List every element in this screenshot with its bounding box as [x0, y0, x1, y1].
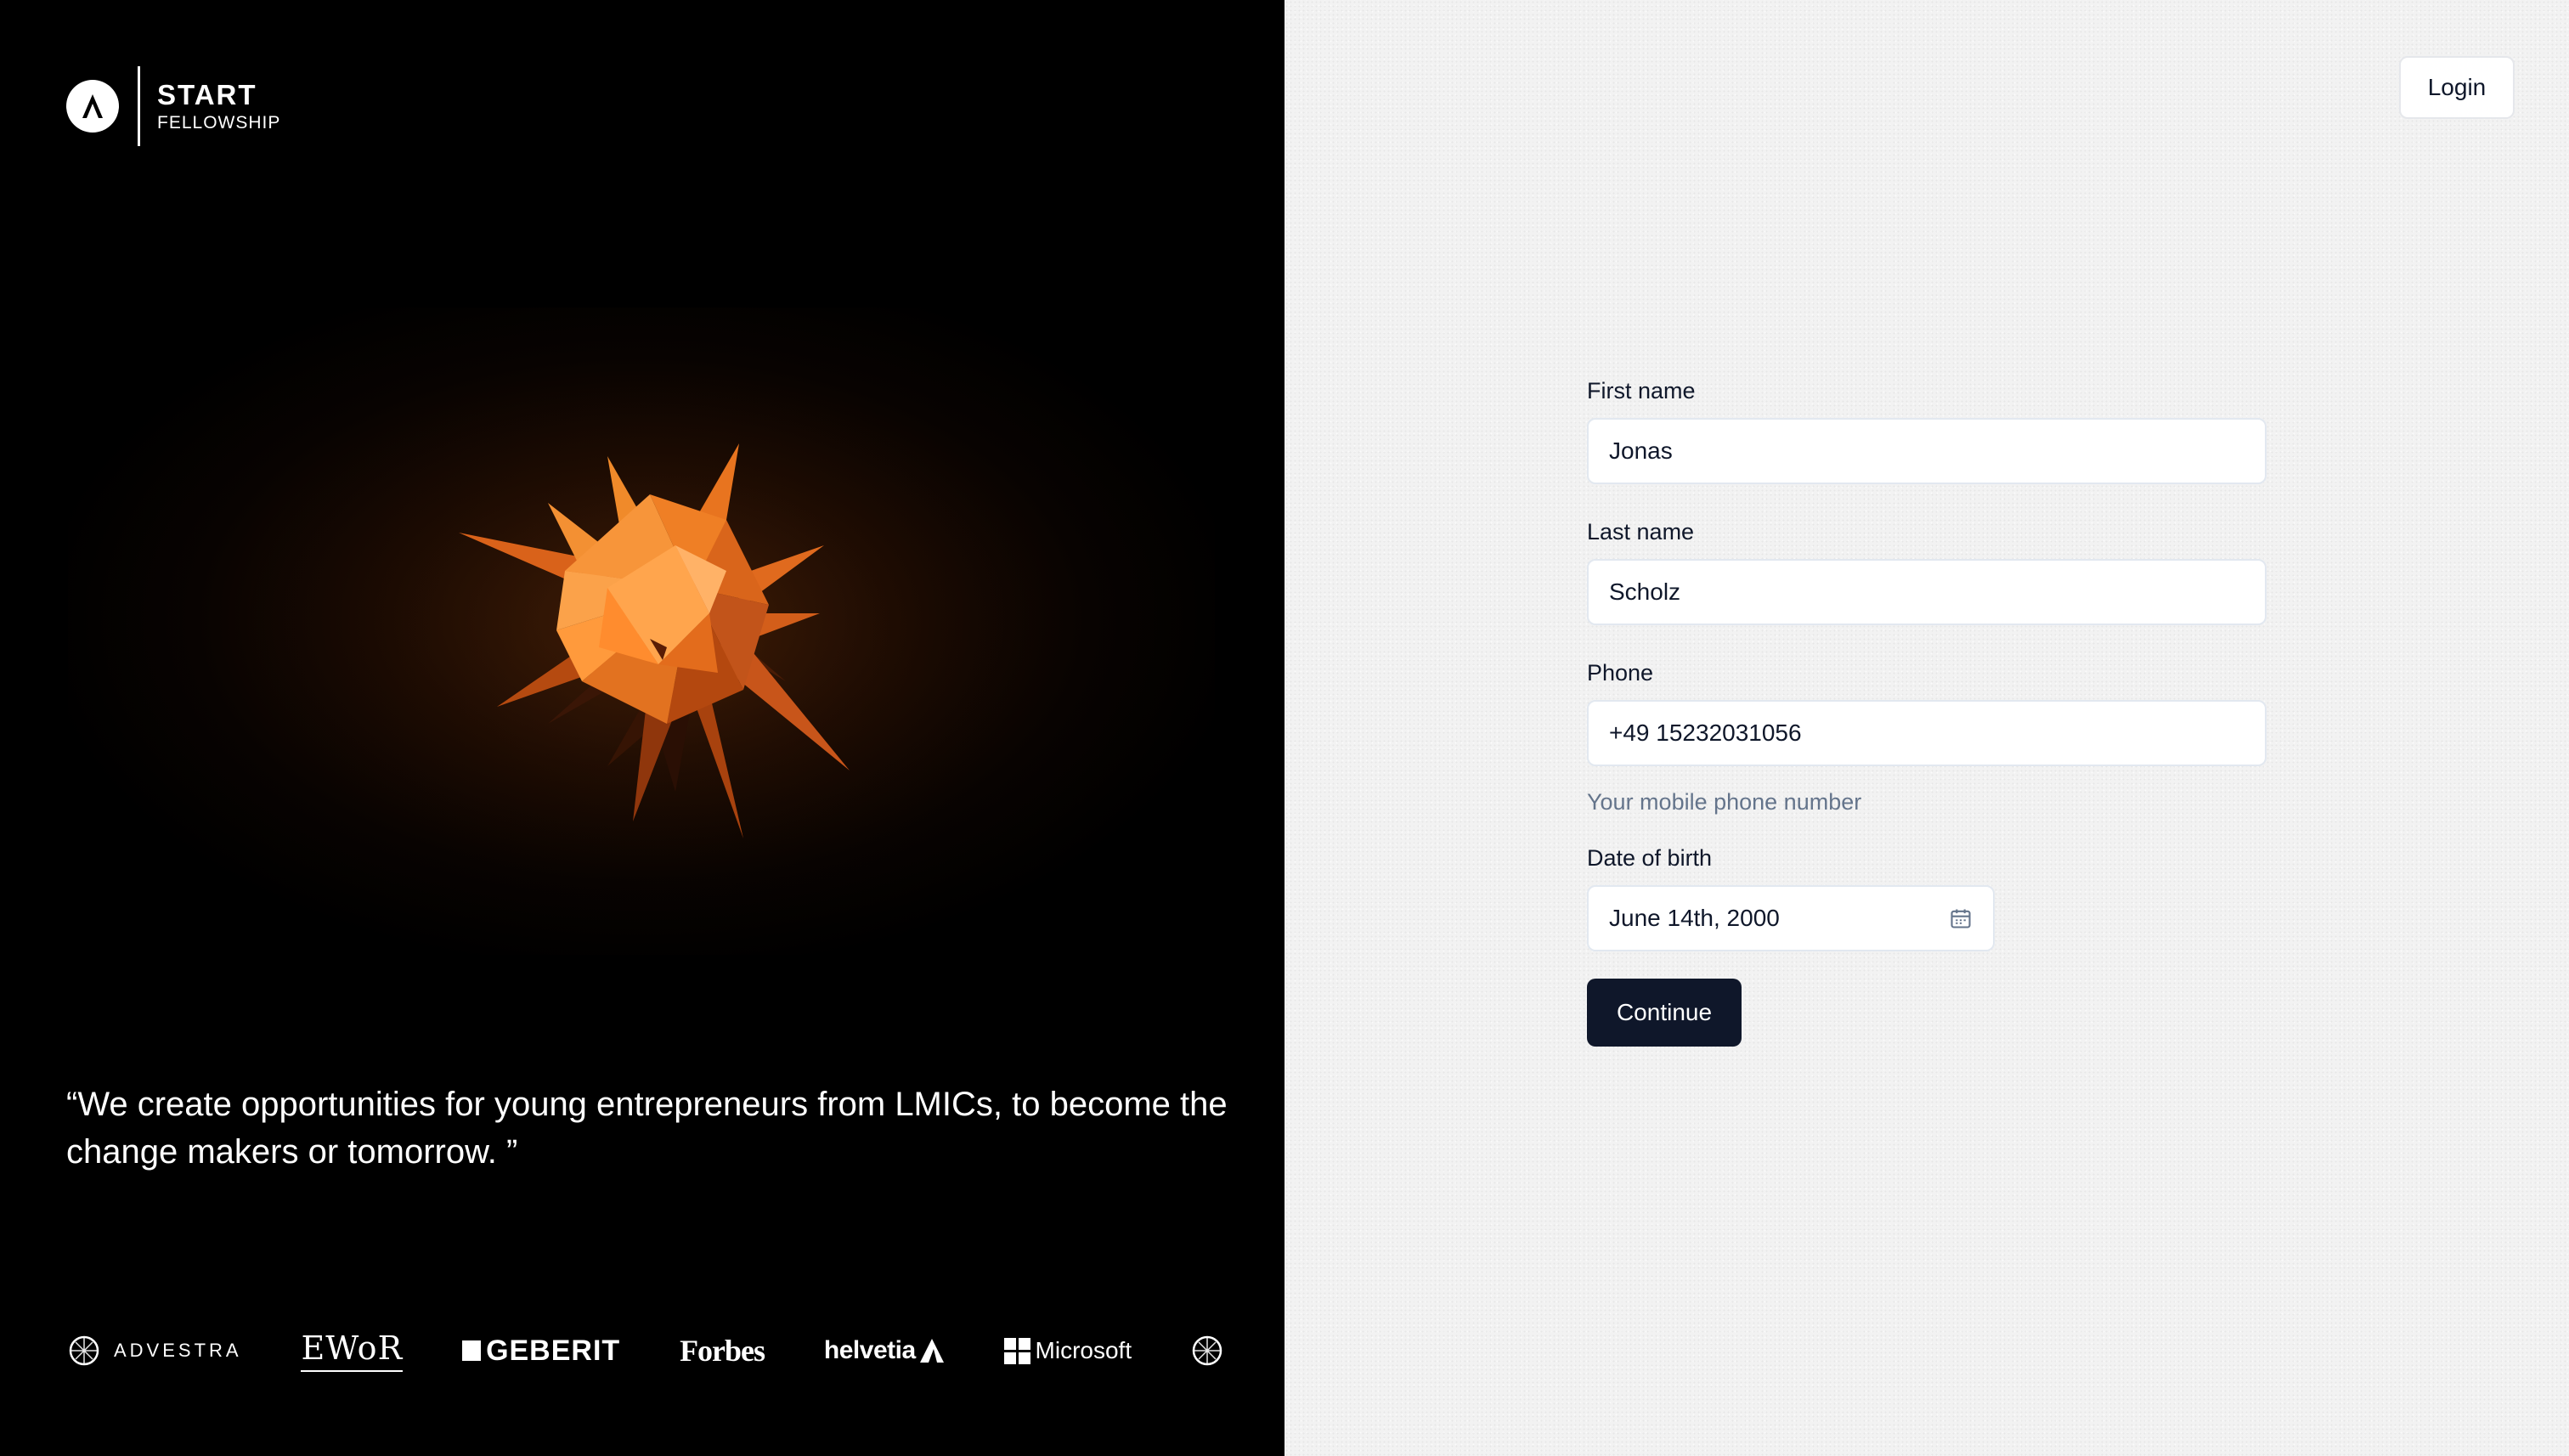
mission-quote: “We create opportunities for young entre…	[66, 1086, 1228, 1171]
dob-picker-button[interactable]: June 14th, 2000	[1587, 885, 1995, 951]
signup-form: First name Last name Phone Your mobile p…	[1587, 374, 2267, 1047]
partner-geberit: GEBERIT	[462, 1335, 620, 1368]
forbes-label: Forbes	[680, 1334, 765, 1368]
dob-value: June 14th, 2000	[1609, 905, 1780, 931]
phone-hint: Your mobile phone number	[1587, 789, 1862, 815]
partner-logos: ADVESTRA EWoR GEBERIT Forbes helvetia Mi…	[68, 1317, 1223, 1385]
calendar-icon	[1951, 909, 1971, 928]
partner-advestra: ADVESTRA	[68, 1335, 242, 1367]
phone-input[interactable]	[1587, 700, 2267, 766]
geberit-square-icon	[462, 1340, 482, 1361]
continue-button[interactable]: Continue	[1587, 979, 1742, 1047]
partner-ewor: EWoR	[301, 1329, 404, 1372]
first-name-label: First name	[1587, 378, 1696, 404]
microsoft-logo-icon	[1003, 1337, 1030, 1364]
hero-image	[68, 308, 1215, 955]
brand-logo: START FELLOWSHIP	[66, 66, 280, 146]
form-panel: Login First name Last name Phone Your mo…	[1284, 0, 2569, 1456]
brand-panel: START FELLOWSHIP “We create opportunitie…	[0, 0, 1284, 1456]
start-logo-icon	[66, 80, 119, 133]
partner-microsoft: Microsoft	[1003, 1337, 1132, 1364]
signup-page: START FELLOWSHIP “We create opportunitie…	[0, 0, 2569, 1456]
phone-label: Phone	[1587, 660, 1654, 686]
last-name-input[interactable]	[1587, 559, 2267, 625]
helvetia-label: helvetia	[823, 1336, 916, 1364]
last-name-label: Last name	[1587, 519, 1695, 545]
geberit-label: GEBERIT	[486, 1334, 621, 1367]
helvetia-mark-icon	[919, 1339, 944, 1363]
first-name-input[interactable]	[1587, 418, 2267, 484]
partner-forbes: Forbes	[680, 1333, 765, 1369]
advestra-icon	[69, 1335, 99, 1366]
partner-helvetia: helvetia	[824, 1336, 945, 1365]
brand-divider	[138, 66, 140, 146]
brand-title: START	[157, 79, 257, 110]
dob-label: Date of birth	[1587, 845, 1713, 871]
brand-subtitle: FELLOWSHIP	[157, 113, 281, 133]
advestra-mark-icon	[1192, 1335, 1222, 1366]
origami-star-image	[221, 324, 1104, 936]
microsoft-label: Microsoft	[1035, 1337, 1132, 1363]
ewor-label: EWoR	[301, 1329, 404, 1372]
login-button[interactable]: Login	[2399, 56, 2515, 119]
partner-advestra-mark	[1191, 1335, 1223, 1367]
advestra-label: ADVESTRA	[114, 1340, 242, 1361]
